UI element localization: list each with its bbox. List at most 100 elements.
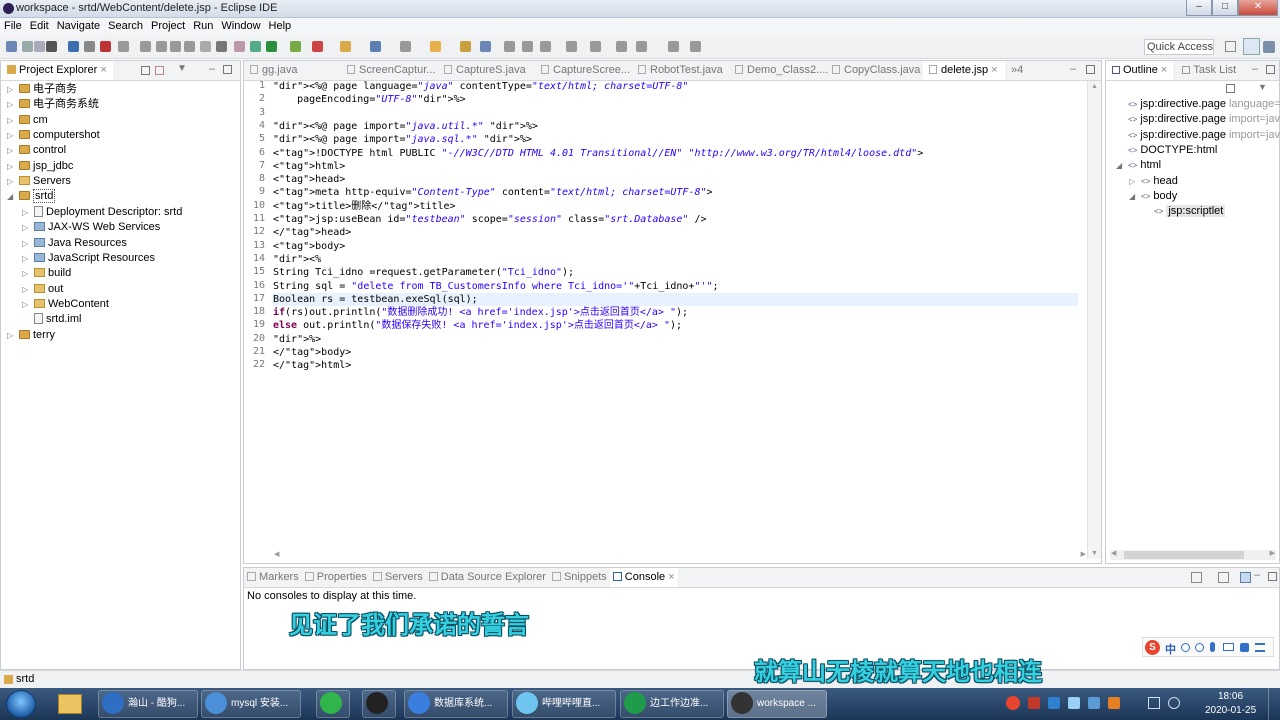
- maximize-view-icon[interactable]: [1268, 572, 1277, 581]
- collapse-all-icon[interactable]: [1226, 84, 1235, 93]
- toolbar-button-14-icon[interactable]: [216, 41, 227, 52]
- code-line[interactable]: "dir"><%@ page import="java.util.*" "dir…: [273, 120, 538, 133]
- toolbar-button-9-icon[interactable]: [140, 41, 151, 52]
- code-line[interactable]: if(rs)out.println("数据删除成功! <a href='inde…: [273, 306, 688, 319]
- perspective-jee-icon[interactable]: [1243, 38, 1260, 55]
- toolbar-button-12-icon[interactable]: [184, 41, 195, 52]
- close-icon[interactable]: ×: [100, 64, 106, 76]
- taskbar-item[interactable]: [362, 690, 396, 718]
- tree-expand-icon[interactable]: ◢: [1129, 189, 1141, 204]
- tree-item[interactable]: ▷ terry: [7, 328, 55, 343]
- toolbar-button-23-icon[interactable]: [430, 41, 441, 52]
- code-line[interactable]: <"tag">meta http-equiv="Content-Type" co…: [273, 186, 713, 199]
- tray-icon-3[interactable]: [1048, 697, 1060, 709]
- clock-date[interactable]: 2020-01-25: [1205, 705, 1256, 716]
- perspective-java-icon[interactable]: [1263, 41, 1275, 53]
- taskbar-item[interactable]: [316, 690, 350, 718]
- tree-expand-icon[interactable]: ▷: [22, 266, 34, 281]
- vertical-scrollbar[interactable]: ▲ ▼: [1087, 81, 1101, 559]
- code-line[interactable]: String sql = "delete from TB_CustomersIn…: [273, 280, 719, 293]
- ime-keyboard-icon[interactable]: [1223, 643, 1234, 651]
- tab-markers[interactable]: Markers: [244, 568, 302, 587]
- minimize-view-icon[interactable]: –: [1070, 63, 1076, 75]
- tree-expand-icon[interactable]: ▷: [22, 220, 34, 235]
- toolbar-button-18-icon[interactable]: [290, 41, 301, 52]
- ime-emoji-icon[interactable]: [1195, 643, 1204, 652]
- code-line[interactable]: </"tag">body>: [273, 346, 351, 359]
- code-line[interactable]: "dir">%>: [273, 333, 321, 346]
- toolbar-button-2-icon[interactable]: [22, 41, 33, 52]
- scroll-right-icon[interactable]: ▶: [1270, 549, 1275, 557]
- tree-item[interactable]: srtd.iml: [22, 312, 81, 327]
- maximize-view-icon[interactable]: [1266, 65, 1275, 74]
- collapse-all-icon[interactable]: [141, 66, 150, 75]
- ime-mode-label[interactable]: 中: [1165, 641, 1176, 657]
- toolbar-button-24-icon[interactable]: [460, 41, 471, 52]
- tree-expand-icon[interactable]: ▷: [7, 328, 19, 343]
- editor-tab[interactable]: CopyClass.java: [826, 61, 923, 80]
- tab-snippets[interactable]: Snippets: [549, 568, 610, 587]
- toolbar-button-27-icon[interactable]: [522, 41, 533, 52]
- scroll-up-icon[interactable]: ▲: [1091, 83, 1098, 90]
- tree-expand-icon[interactable]: ◢: [7, 189, 19, 204]
- taskbar-item[interactable]: mysql 安装...: [201, 690, 301, 718]
- tree-item[interactable]: ▷ jsp_jdbc: [7, 159, 73, 174]
- tab-properties[interactable]: Properties: [302, 568, 370, 587]
- menu-file[interactable]: File: [0, 18, 26, 34]
- toolbar-button-26-icon[interactable]: [504, 41, 515, 52]
- minimize-button[interactable]: –: [1186, 0, 1212, 16]
- tree-item[interactable]: ◢ srtd: [7, 189, 56, 204]
- code-line[interactable]: else out.println("数据保存失败! <a href='index…: [273, 319, 682, 332]
- scroll-right-icon[interactable]: ▶: [1081, 550, 1086, 558]
- console-toolbar-icon[interactable]: [1191, 572, 1202, 583]
- tree-item[interactable]: ▷ computershot: [7, 128, 100, 143]
- outline-item[interactable]: <> DOCTYPE:html: [1116, 143, 1220, 158]
- code-line[interactable]: <"tag">title>删除</"tag">title>: [273, 200, 456, 213]
- code-line[interactable]: <"tag">jsp:useBean id="testbean" scope="…: [273, 213, 707, 226]
- outline-item[interactable]: <> jsp:directive.page language=: [1116, 97, 1280, 112]
- tree-expand-icon[interactable]: ▷: [22, 205, 34, 220]
- toolbar-button-17-icon[interactable]: [266, 41, 277, 52]
- editor-tab[interactable]: ScreenCaptur...: [341, 61, 438, 80]
- minimize-view-icon[interactable]: –: [209, 63, 215, 75]
- maximize-view-icon[interactable]: [223, 65, 232, 74]
- tree-item[interactable]: ▷ Servers: [7, 174, 71, 189]
- tree-item[interactable]: ▷ out: [22, 282, 63, 297]
- code-area[interactable]: 1 "dir"><%@ page language="java" contentT…: [243, 80, 1078, 550]
- editor-tab[interactable]: gg.java: [244, 61, 341, 80]
- maximize-view-icon[interactable]: [1086, 65, 1095, 74]
- outline-item[interactable]: ◢ <> body: [1129, 189, 1180, 204]
- tray-icon-5[interactable]: [1088, 697, 1100, 709]
- toolbar-button-33-icon[interactable]: [668, 41, 679, 52]
- editor-tab[interactable]: RobotTest.java: [632, 61, 729, 80]
- code-line[interactable]: Boolean rs = testbean.exeSql(sql);: [273, 292, 1078, 307]
- toolbar-button-10-icon[interactable]: [156, 41, 167, 52]
- code-line[interactable]: "dir"><%: [273, 253, 321, 266]
- tree-item[interactable]: ▷ Deployment Descriptor: srtd: [22, 205, 182, 220]
- code-line[interactable]: </"tag">head>: [273, 226, 351, 239]
- tree-item[interactable]: ▷ JAX-WS Web Services: [22, 220, 160, 235]
- network-icon[interactable]: [1148, 697, 1160, 709]
- tree-item[interactable]: ▷ WebContent: [22, 297, 109, 312]
- code-line[interactable]: </"tag">html>: [273, 359, 351, 372]
- toolbar-button-11-icon[interactable]: [170, 41, 181, 52]
- explorer-taskbar-icon[interactable]: [58, 694, 82, 714]
- close-button[interactable]: ✕: [1238, 0, 1278, 16]
- toolbar-button-28-icon[interactable]: [540, 41, 551, 52]
- sogou-tray-icon[interactable]: [1006, 696, 1020, 710]
- ime-skin-icon[interactable]: [1240, 643, 1249, 652]
- open-console-icon[interactable]: [1240, 572, 1251, 583]
- code-line[interactable]: <"tag">head>: [273, 173, 345, 186]
- scroll-thumb[interactable]: [1124, 551, 1244, 559]
- tree-expand-icon[interactable]: ▷: [7, 143, 19, 158]
- start-button[interactable]: [6, 690, 36, 718]
- tree-item[interactable]: ▷ JavaScript Resources: [22, 251, 155, 266]
- tree-expand-icon[interactable]: ▷: [7, 174, 19, 189]
- code-line[interactable]: String Tci_idno =request.getParameter("T…: [273, 266, 574, 279]
- code-line[interactable]: "dir"><%@ page import="java.sql.*" "dir"…: [273, 133, 532, 146]
- taskbar-item[interactable]: workspace ...: [727, 690, 827, 718]
- horizontal-scrollbar[interactable]: ◀ ▶: [274, 550, 1086, 561]
- editor-tab[interactable]: Demo_Class2....: [729, 61, 828, 80]
- scroll-left-icon[interactable]: ◀: [274, 550, 279, 558]
- editor-tab[interactable]: CaptureS.java: [438, 61, 535, 80]
